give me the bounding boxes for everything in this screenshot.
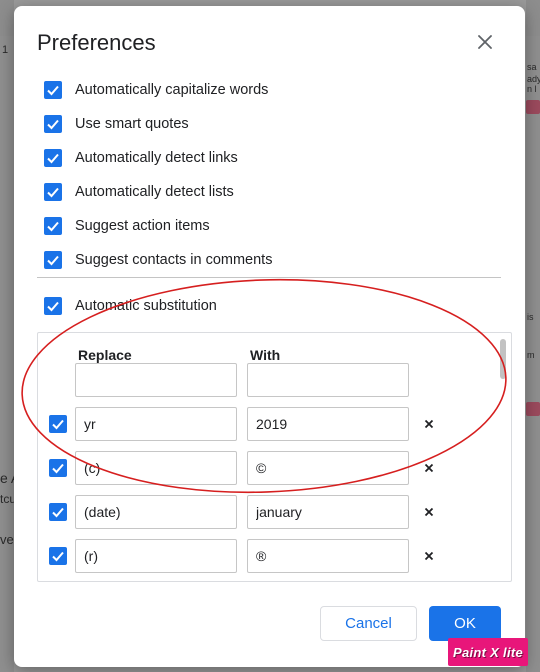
delete-icon [424,507,434,517]
row-checkbox[interactable] [49,459,67,477]
delete-icon [424,419,434,429]
new-replace-input[interactable] [75,363,237,397]
background-badge [526,100,540,114]
check-icon [47,187,59,198]
with-input[interactable] [247,495,409,529]
scrollbar-thumb[interactable] [500,339,506,379]
watermark-text: Paint X lite [452,644,524,660]
pref-label: Use smart quotes [75,116,189,132]
pref-label: Automatic substitution [75,298,217,314]
substitution-table: Replace With [37,332,512,582]
check-icon [52,551,64,562]
delete-row-button[interactable] [422,417,436,431]
pref-label: Suggest action items [75,218,210,234]
checkbox[interactable] [44,81,62,99]
background-text: ve [0,532,14,547]
check-icon [47,301,59,312]
check-icon [47,221,59,232]
delete-row-button[interactable] [422,549,436,563]
with-input[interactable] [247,451,409,485]
delete-icon [424,551,434,561]
pref-smart-quotes[interactable]: Use smart quotes [44,114,189,134]
delete-row-button[interactable] [422,461,436,475]
checkbox[interactable] [44,297,62,315]
pref-detect-links[interactable]: Automatically detect links [44,148,238,168]
replace-input[interactable] [75,539,237,573]
dialog-title: Preferences [37,30,156,55]
close-icon [478,35,492,49]
check-icon [47,119,59,130]
pref-automatic-substitution[interactable]: Automatic substitution [44,296,217,316]
cancel-button[interactable]: Cancel [320,606,417,641]
column-header-replace: Replace [78,347,132,363]
background-text: sa [527,62,537,72]
background-text: is [527,312,534,322]
row-checkbox[interactable] [49,547,67,565]
delete-icon [424,463,434,473]
pref-label: Suggest contacts in comments [75,252,273,268]
divider [37,277,501,278]
watermark: Paint X lite [448,638,528,666]
background-document-left [0,36,14,672]
check-icon [52,419,64,430]
checkbox[interactable] [44,183,62,201]
pref-suggest-contacts[interactable]: Suggest contacts in comments [44,250,272,270]
checkbox[interactable] [44,115,62,133]
checkbox[interactable] [44,149,62,167]
pref-label: Automatically detect links [75,150,238,166]
background-text: n l [527,84,537,94]
row-checkbox[interactable] [49,415,67,433]
pref-label: Automatically capitalize words [75,82,269,98]
preferences-dialog: Preferences Automatically capitalize wor… [14,6,525,667]
check-icon [47,153,59,164]
replace-input[interactable] [75,495,237,529]
checkbox[interactable] [44,251,62,269]
close-button[interactable] [471,28,499,56]
with-input[interactable] [247,539,409,573]
pref-suggest-action-items[interactable]: Suggest action items [44,216,210,236]
replace-input[interactable] [75,407,237,441]
background-text: ady [527,74,540,84]
background-text: 1 [2,44,9,56]
check-icon [47,85,59,96]
replace-input[interactable] [75,451,237,485]
new-with-input[interactable] [247,363,409,397]
pref-capitalize-words[interactable]: Automatically capitalize words [44,80,268,100]
check-icon [52,463,64,474]
pref-label: Automatically detect lists [75,184,234,200]
pref-detect-lists[interactable]: Automatically detect lists [44,182,234,202]
column-header-with: With [250,347,281,363]
ok-button[interactable]: OK [429,606,501,641]
background-badge [526,402,540,416]
background-text: m [527,350,535,360]
row-checkbox[interactable] [49,503,67,521]
delete-row-button[interactable] [422,505,436,519]
check-icon [47,255,59,266]
check-icon [52,507,64,518]
with-input[interactable] [247,407,409,441]
checkbox[interactable] [44,217,62,235]
